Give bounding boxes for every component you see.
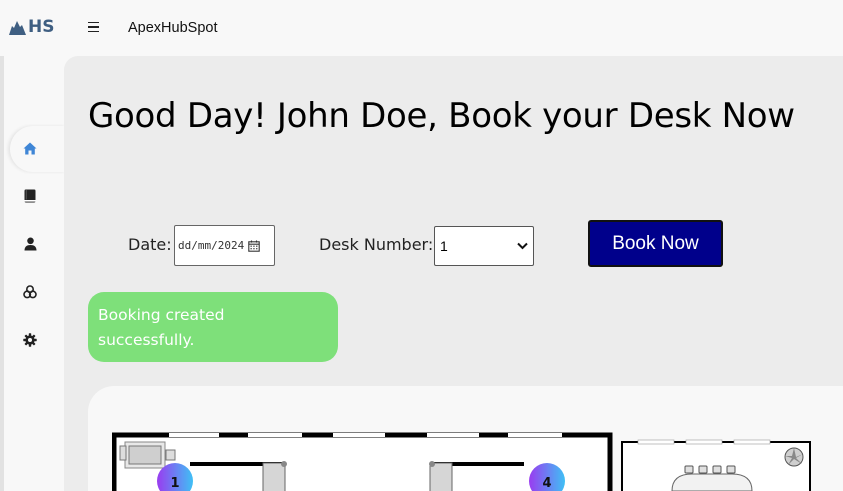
calendar-icon[interactable] xyxy=(248,240,260,252)
date-placeholder: dd/mm/2024 xyxy=(178,239,245,252)
book-icon xyxy=(24,189,36,203)
desk-badge-label: 1 xyxy=(170,476,179,491)
chevron-down-icon xyxy=(517,242,528,250)
home-icon xyxy=(23,142,37,154)
desk-number-label: Desk Number: xyxy=(319,235,434,254)
toast-line: successfully. xyxy=(98,331,195,349)
sidebar-item-settings[interactable] xyxy=(18,328,42,352)
desk-number-select[interactable]: 1 xyxy=(434,226,534,266)
rooms-icon xyxy=(23,285,37,299)
room-2 xyxy=(621,439,811,491)
top-bar: HS ApexHubSpot xyxy=(0,0,843,56)
logo-mark-icon xyxy=(9,21,26,35)
hamburger-menu-button[interactable] xyxy=(88,17,106,37)
sidebar xyxy=(0,56,64,491)
sidebar-item-rooms[interactable] xyxy=(18,280,42,304)
menu-bar xyxy=(88,26,99,28)
page-title: Good Day! John Doe, Book your Desk Now xyxy=(88,96,795,136)
plant-icon xyxy=(784,447,804,467)
desk-badge-label: 4 xyxy=(542,476,551,491)
date-label: Date: xyxy=(128,235,172,254)
success-toast: Booking created successfully. xyxy=(88,292,338,362)
menu-bar xyxy=(88,30,99,33)
sidebar-item-home[interactable] xyxy=(18,136,42,160)
floor-plan: 1 4 xyxy=(112,432,811,491)
app-logo[interactable]: HS xyxy=(8,17,54,37)
toast-line: Booking created xyxy=(98,306,225,324)
menu-bar xyxy=(88,21,99,24)
date-input[interactable]: dd/mm/2024 xyxy=(174,225,275,266)
user-icon xyxy=(24,237,36,251)
settings-icon xyxy=(23,333,37,347)
logo-text: HS xyxy=(28,17,55,37)
desk-number-value: 1 xyxy=(440,238,448,254)
book-now-button[interactable]: Book Now xyxy=(588,220,723,267)
sidebar-item-bookings[interactable] xyxy=(18,184,42,208)
app-title: ApexHubSpot xyxy=(128,20,218,36)
sidebar-item-profile[interactable] xyxy=(18,232,42,256)
